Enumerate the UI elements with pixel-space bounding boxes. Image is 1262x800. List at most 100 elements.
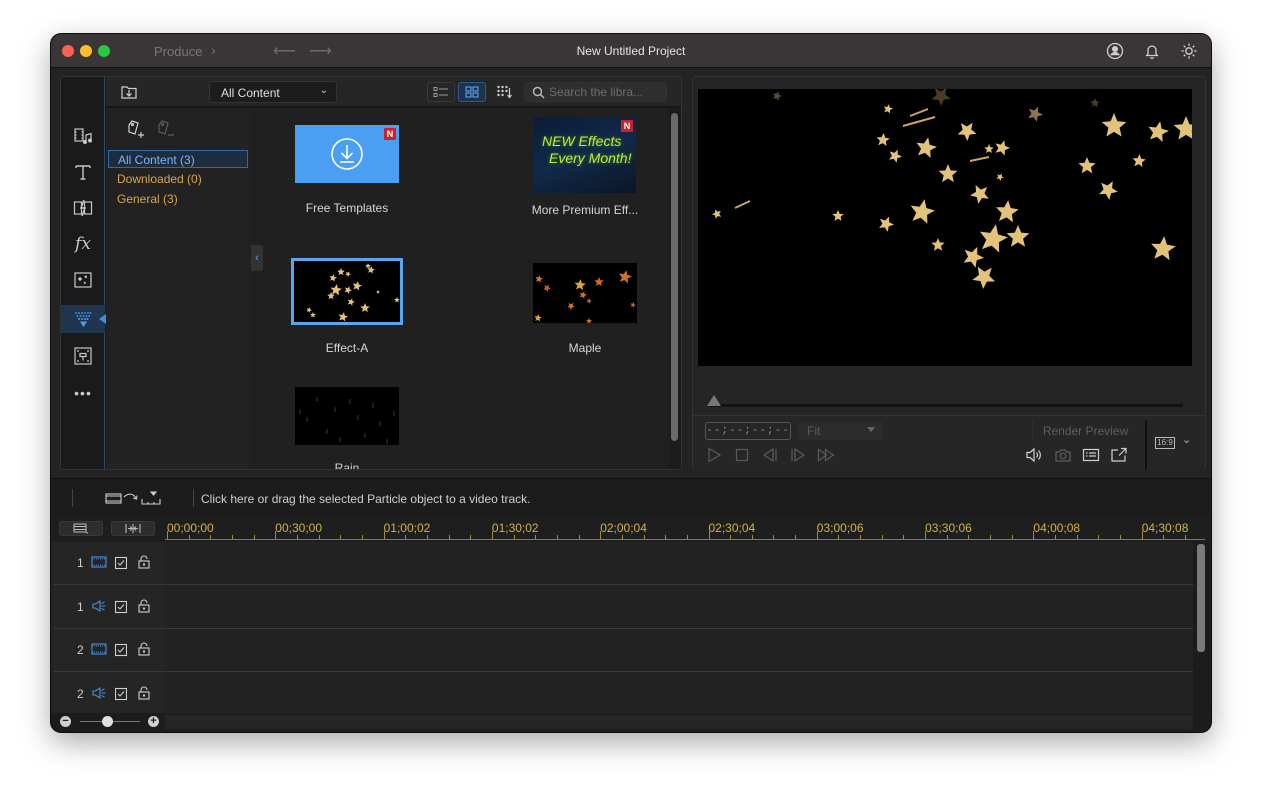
- sort-icon[interactable]: [496, 84, 512, 100]
- stop-icon[interactable]: [733, 446, 751, 464]
- item-label: Maple: [568, 341, 602, 355]
- track-lock-icon[interactable]: [138, 555, 150, 569]
- fast-forward-icon[interactable]: [817, 446, 835, 464]
- star-particle: [916, 137, 937, 158]
- track-enable-checkbox-icon[interactable]: [114, 556, 128, 570]
- room-tab-pip[interactable]: [61, 266, 105, 294]
- account-icon[interactable]: [1106, 42, 1124, 60]
- ruler-minor-tick: [426, 535, 428, 539]
- star-particle: [938, 164, 958, 183]
- track-manager-button[interactable]: [59, 521, 103, 536]
- video-track-icon: [91, 555, 107, 569]
- render-preview-button[interactable]: Render Preview: [1032, 421, 1138, 441]
- room-tab-media[interactable]: [61, 122, 105, 150]
- insert-to-track-icon[interactable]: [105, 490, 163, 506]
- library-item-more-premium[interactable]: NEW Effects Every Month! N More Premium …: [510, 117, 660, 217]
- tag-downloaded[interactable]: Downloaded (0): [108, 170, 248, 188]
- play-icon[interactable]: [705, 446, 723, 464]
- star-particle: [772, 91, 782, 101]
- library-item-free-templates[interactable]: N Free Templates: [272, 125, 422, 215]
- track-lane[interactable]: [165, 629, 1193, 672]
- star-particle: [1078, 157, 1096, 174]
- search-input[interactable]: [549, 83, 664, 101]
- star-particle: [344, 286, 352, 294]
- track-header[interactable]: 2: [54, 672, 164, 716]
- track-lock-icon[interactable]: [138, 686, 150, 700]
- star-particle: [1028, 106, 1043, 122]
- title-bar: Produce › ⟵ ⟶ New Untitled Project: [51, 34, 1211, 68]
- details-view-button[interactable]: [427, 82, 455, 102]
- notification-bell-icon[interactable]: [1143, 42, 1161, 60]
- fit-timeline-button[interactable]: [111, 521, 155, 536]
- previous-frame-icon[interactable]: [761, 446, 779, 464]
- ruler-minor-tick: [448, 535, 450, 539]
- ruler-major-tick: [383, 531, 385, 539]
- settings-gear-icon[interactable]: [1180, 42, 1198, 60]
- zoom-slider-knob[interactable]: [101, 716, 113, 727]
- collapse-tag-pane-button[interactable]: ‹: [251, 245, 263, 271]
- timecode-field[interactable]: --;--;--;--: [705, 422, 791, 440]
- track-header[interactable]: 1: [54, 542, 164, 585]
- chevron-down-icon[interactable]: ⌄: [1182, 433, 1191, 446]
- seek-bar[interactable]: [709, 404, 1183, 407]
- library-item-rain[interactable]: Rain: [272, 387, 422, 469]
- room-tab-title[interactable]: [61, 158, 105, 186]
- aspect-ratio-button[interactable]: 16:9: [1155, 437, 1175, 449]
- track-enable-checkbox-icon[interactable]: [114, 600, 128, 613]
- library-scrollbar[interactable]: [671, 113, 678, 441]
- ruler-minor-tick: [210, 535, 212, 539]
- room-tab-particle[interactable]: [61, 305, 106, 333]
- tag-all-content[interactable]: All Content (3): [108, 150, 248, 168]
- seek-thumb[interactable]: [707, 395, 721, 406]
- track-lane[interactable]: [165, 542, 1193, 585]
- track-lock-icon[interactable]: [138, 642, 150, 656]
- library-item-maple[interactable]: Maple: [510, 263, 660, 355]
- star-particle: [957, 122, 977, 141]
- remove-tag-icon[interactable]: [154, 118, 176, 140]
- fit-select[interactable]: Fit: [798, 422, 883, 440]
- star-particle: [330, 284, 342, 296]
- thumbnail-view-button[interactable]: [458, 82, 486, 102]
- track-header[interactable]: 2: [54, 629, 164, 672]
- add-tag-icon[interactable]: [124, 118, 146, 140]
- room-tab-subtitle[interactable]: [61, 342, 105, 370]
- zoom-in-icon[interactable]: +: [148, 716, 159, 727]
- item-label: Effect-A: [325, 341, 369, 355]
- timeline-vertical-scrollbar[interactable]: [1197, 544, 1205, 652]
- undock-preview-icon[interactable]: [1110, 446, 1128, 464]
- ruler-minor-tick: [903, 535, 905, 539]
- volume-icon[interactable]: [1025, 446, 1043, 464]
- library-search[interactable]: [524, 82, 667, 102]
- star-particle: [365, 263, 371, 269]
- next-frame-icon[interactable]: [789, 446, 807, 464]
- audio-track-icon: [91, 686, 107, 700]
- room-tab-more[interactable]: •••: [61, 379, 105, 407]
- import-media-icon[interactable]: [120, 83, 138, 101]
- item-label: Rain: [334, 461, 360, 469]
- track-header[interactable]: 1: [54, 585, 164, 629]
- library-item-effect-a[interactable]: Effect-A: [272, 258, 422, 355]
- zoom-out-icon[interactable]: −: [60, 716, 71, 727]
- track-enable-checkbox-icon[interactable]: [114, 687, 128, 700]
- track-lane[interactable]: [165, 585, 1193, 629]
- subtitle-list-icon[interactable]: [1082, 446, 1100, 464]
- library-panel: fx ••• All Content ⌄ Search the libra...…: [60, 76, 682, 470]
- star-particle: [712, 209, 722, 219]
- star-particle: [996, 173, 1004, 181]
- timeline-ruler[interactable]: 00;00;00 00;30;00 01;00;02 01;30;02 02;00;04…: [165, 516, 1211, 542]
- star-particle: [832, 210, 844, 221]
- room-tab-fx[interactable]: fx: [61, 230, 105, 258]
- track-lock-icon[interactable]: [138, 599, 150, 613]
- content-filter-select[interactable]: All Content ⌄: [209, 81, 337, 103]
- tag-general[interactable]: General (3): [108, 190, 248, 208]
- preview-panel: --;--;--;-- Fit Render Preview 16:9 ⌄: [692, 76, 1206, 471]
- room-tab-transition[interactable]: [61, 194, 105, 222]
- ruler-minor-tick: [990, 535, 992, 539]
- timeline-tracks: 1 1 2 2: [51, 542, 1211, 716]
- track-enable-checkbox-icon[interactable]: [114, 643, 128, 657]
- chevron-down-icon: ⌄: [319, 85, 328, 96]
- timeline-hint-text[interactable]: Click here or drag the selected Particle…: [201, 492, 531, 506]
- timeline-horizontal-scrollbar[interactable]: [165, 715, 1193, 729]
- track-lane[interactable]: [165, 672, 1193, 716]
- snapshot-camera-icon[interactable]: [1054, 446, 1072, 464]
